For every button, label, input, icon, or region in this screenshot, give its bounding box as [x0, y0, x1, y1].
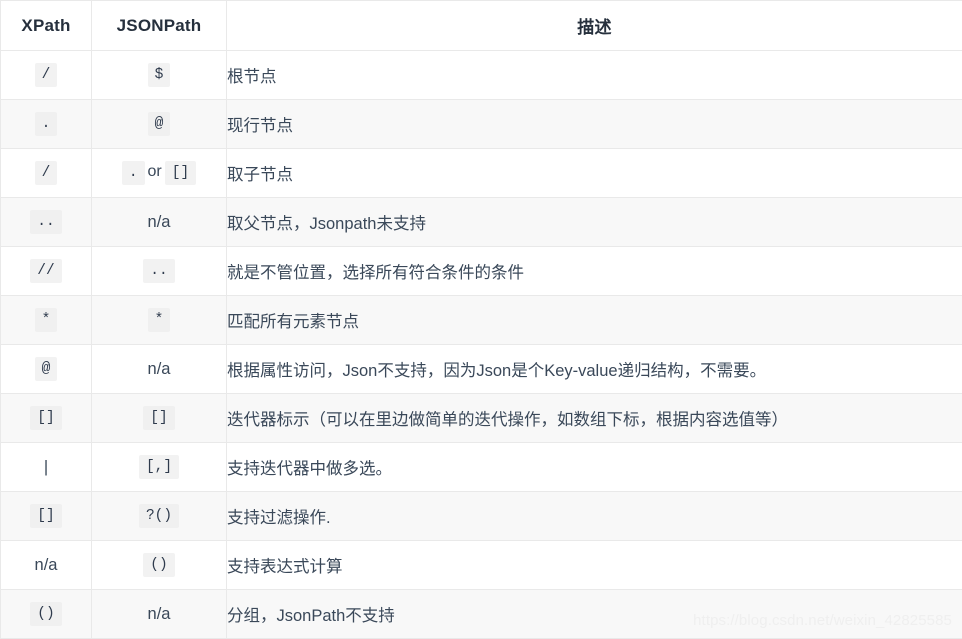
xpath-jsonpath-comparison-table: XPath JSONPath 描述 /$根节点.@现行节点/.or[]取子节点.…: [0, 0, 962, 639]
xpath-token: []: [30, 406, 61, 430]
jsonpath-token: $: [148, 63, 171, 87]
cell-jsonpath: ?(): [92, 492, 227, 541]
table-header-row: XPath JSONPath 描述: [1, 1, 962, 51]
cell-jsonpath: @: [92, 100, 227, 149]
jsonpath-token: .: [122, 161, 145, 185]
table-body: /$根节点.@现行节点/.or[]取子节点..n/a取父节点，Jsonpath未…: [1, 51, 962, 639]
jsonpath-joiner: or: [145, 163, 165, 180]
cell-xpath: *: [1, 296, 92, 345]
jsonpath-token: [,]: [139, 455, 179, 479]
cell-description: 取子节点: [227, 149, 962, 198]
cell-description: 根节点: [227, 51, 962, 100]
cell-jsonpath: n/a: [92, 198, 227, 247]
xpath-token: //: [30, 259, 61, 283]
cell-xpath: ..: [1, 198, 92, 247]
cell-xpath: /: [1, 51, 92, 100]
table-row: . @ 现行节点: [1, 100, 962, 149]
cell-description: 根据属性访问，Json不支持，因为Json是个Key-value递归结构，不需要…: [227, 345, 962, 394]
table-row: @ n/a 根据属性访问，Json不支持，因为Json是个Key-value递归结构…: [1, 345, 962, 394]
cell-description: 支持过滤操作.: [227, 492, 962, 541]
cell-description: 支持迭代器中做多选。: [227, 443, 962, 492]
column-header-jsonpath: JSONPath: [92, 1, 227, 51]
xpath-token: (): [30, 602, 61, 626]
jsonpath-token: []: [143, 406, 174, 430]
table-row: .. n/a 取父节点，Jsonpath未支持: [1, 198, 962, 247]
cell-jsonpath: [,]: [92, 443, 227, 492]
cell-jsonpath: []: [92, 394, 227, 443]
xpath-token: ..: [30, 210, 61, 234]
comparison-table-container: XPath JSONPath 描述 /$根节点.@现行节点/.or[]取子节点.…: [0, 0, 962, 637]
xpath-text: |: [44, 458, 48, 476]
jsonpath-token: (): [143, 553, 174, 577]
table-row: / $ 根节点: [1, 51, 962, 100]
xpath-token: /: [35, 63, 58, 87]
table-row: [] ?() 支持过滤操作.: [1, 492, 962, 541]
jsonpath-text: n/a: [148, 605, 171, 623]
jsonpath-token: ?(): [139, 504, 179, 528]
cell-description: 迭代器标示（可以在里边做简单的迭代操作，如数组下标，根据内容选值等）: [227, 394, 962, 443]
table-row: /.or[]取子节点: [1, 149, 962, 198]
jsonpath-token: []: [165, 161, 196, 185]
cell-xpath: @: [1, 345, 92, 394]
table-row: //.. 就是不管位置，选择所有符合条件的条件: [1, 247, 962, 296]
cell-description: 现行节点: [227, 100, 962, 149]
cell-jsonpath: n/a: [92, 590, 227, 639]
cell-jsonpath: $: [92, 51, 227, 100]
jsonpath-token: ..: [143, 259, 174, 283]
cell-description: 匹配所有元素节点: [227, 296, 962, 345]
xpath-token: /: [35, 161, 58, 185]
xpath-text: n/a: [35, 556, 58, 574]
cell-xpath: []: [1, 492, 92, 541]
xpath-token: []: [30, 504, 61, 528]
cell-jsonpath: n/a: [92, 345, 227, 394]
table-row: () n/a 分组，JsonPath不支持: [1, 590, 962, 639]
xpath-token: @: [35, 357, 58, 381]
table-row: [] [] 迭代器标示（可以在里边做简单的迭代操作，如数组下标，根据内容选值等）: [1, 394, 962, 443]
jsonpath-text: n/a: [148, 360, 171, 378]
table-header: XPath JSONPath 描述: [1, 1, 962, 51]
cell-jsonpath: (): [92, 541, 227, 590]
cell-xpath: (): [1, 590, 92, 639]
cell-xpath: n/a: [1, 541, 92, 590]
table-row: | [,] 支持迭代器中做多选。: [1, 443, 962, 492]
cell-description: 取父节点，Jsonpath未支持: [227, 198, 962, 247]
column-header-description: 描述: [227, 1, 962, 51]
cell-xpath: .: [1, 100, 92, 149]
cell-description: 就是不管位置，选择所有符合条件的条件: [227, 247, 962, 296]
cell-xpath: []: [1, 394, 92, 443]
cell-description: 分组，JsonPath不支持: [227, 590, 962, 639]
xpath-token: *: [35, 308, 58, 332]
cell-jsonpath: ..: [92, 247, 227, 296]
cell-jsonpath: .or[]: [92, 149, 227, 198]
table-row: n/a () 支持表达式计算: [1, 541, 962, 590]
jsonpath-text: n/a: [148, 213, 171, 231]
cell-xpath: |: [1, 443, 92, 492]
jsonpath-token: *: [148, 308, 171, 332]
column-header-xpath: XPath: [1, 1, 92, 51]
table-row: * * 匹配所有元素节点: [1, 296, 962, 345]
cell-xpath: //: [1, 247, 92, 296]
cell-description: 支持表达式计算: [227, 541, 962, 590]
cell-jsonpath: *: [92, 296, 227, 345]
cell-xpath: /: [1, 149, 92, 198]
xpath-token: .: [35, 112, 58, 136]
jsonpath-token: @: [148, 112, 171, 136]
